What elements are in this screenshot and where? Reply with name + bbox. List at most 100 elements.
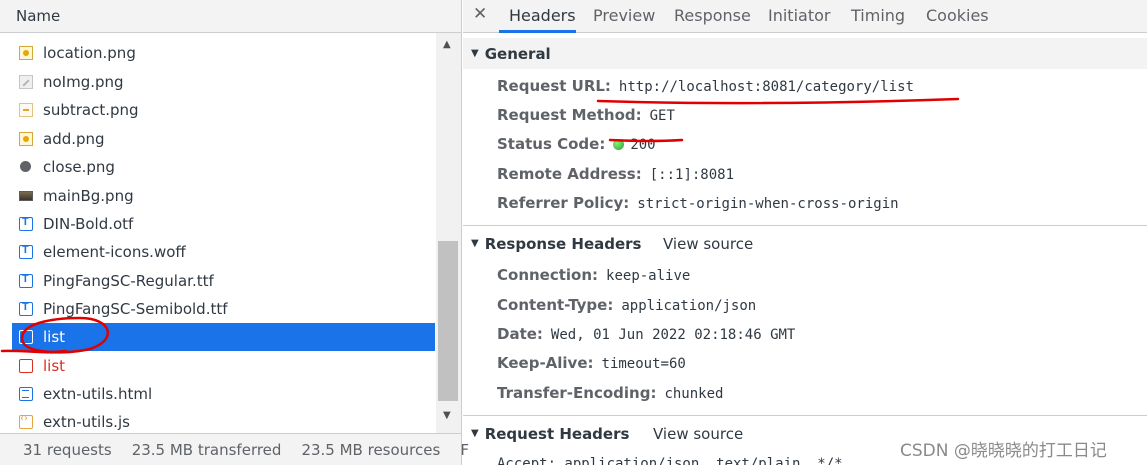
- header-value: http://localhost:8081/category/list: [618, 79, 914, 95]
- request-row-location-png[interactable]: location.png: [12, 39, 435, 67]
- font-file-icon: [19, 244, 33, 259]
- header-key: Request Method:: [497, 106, 642, 124]
- header-key: Date:: [497, 325, 543, 343]
- tab-preview[interactable]: Preview: [593, 6, 655, 25]
- request-row-accept: Accept: application/json, text/plain, */…: [497, 456, 843, 465]
- resources-size: 23.5 MB resources: [301, 440, 441, 459]
- request-row-list-selected[interactable]: list: [12, 323, 435, 351]
- scrollbar-thumb[interactable]: [438, 241, 458, 401]
- request-name: DIN-Bold.otf: [43, 215, 134, 233]
- tab-timing[interactable]: Timing: [851, 6, 905, 25]
- request-name: PingFangSC-Semibold.ttf: [43, 300, 228, 318]
- request-name: list: [43, 357, 66, 375]
- header-key: Connection:: [497, 266, 599, 284]
- header-key: Request URL:: [497, 77, 611, 95]
- general-section-header[interactable]: ▼ General: [463, 38, 1147, 69]
- request-row-add-png[interactable]: add.png: [12, 125, 435, 153]
- request-list: location.png noImg.png subtract.png add.…: [0, 33, 436, 433]
- general-row-request-method: Request Method: GET: [497, 106, 675, 130]
- request-name: close.png: [43, 158, 115, 176]
- request-name: add.png: [43, 130, 105, 148]
- response-row-keep-alive: Keep-Alive: timeout=60: [497, 354, 686, 378]
- request-name: list: [43, 328, 66, 346]
- section-divider: [463, 415, 1147, 416]
- html-file-icon: [19, 387, 33, 401]
- header-value: 200: [630, 137, 656, 153]
- response-headers-title: Response Headers: [484, 234, 642, 253]
- request-details-pane: ✕ Headers Preview Response Initiator Tim…: [463, 0, 1147, 465]
- font-file-icon: [19, 273, 33, 288]
- response-headers-section-header[interactable]: ▼ Response Headers View source: [463, 228, 1147, 259]
- details-tab-bar: ✕ Headers Preview Response Initiator Tim…: [463, 0, 1147, 33]
- request-name: PingFangSC-Regular.ttf: [43, 272, 214, 290]
- request-row-pingfang-semibold[interactable]: PingFangSC-Semibold.ttf: [12, 295, 435, 323]
- scroll-up-arrow-icon[interactable]: ▲: [443, 39, 451, 50]
- network-status-bar: 31 requests 23.5 MB transferred 23.5 MB …: [0, 433, 469, 465]
- close-icon[interactable]: ✕: [473, 4, 487, 24]
- name-column-label: Name: [16, 7, 61, 25]
- header-value: [::1]:8081: [649, 167, 735, 183]
- request-row-list-error[interactable]: list: [12, 352, 435, 380]
- request-headers-title: Request Headers: [484, 424, 630, 443]
- general-row-status-code: Status Code: 200: [497, 135, 656, 159]
- watermark: CSDN @晓晓晓的打工日记: [900, 441, 1107, 461]
- document-icon: [19, 359, 33, 373]
- image-file-icon: [19, 160, 33, 174]
- header-value: Wed, 01 Jun 2022 02:18:46 GMT: [550, 327, 796, 343]
- header-value: chunked: [664, 386, 724, 402]
- collapse-triangle-icon: ▼: [471, 48, 479, 59]
- response-row-transfer-encoding: Transfer-Encoding: chunked: [497, 384, 723, 408]
- request-list-scrollbar[interactable]: ▲ ▼: [436, 33, 461, 433]
- response-row-content-type: Content-Type: application/json: [497, 296, 756, 320]
- header-key: Content-Type:: [497, 296, 614, 314]
- header-value: keep-alive: [606, 268, 691, 284]
- header-key: Status Code:: [497, 135, 606, 153]
- name-column-header[interactable]: Name: [0, 0, 461, 33]
- request-name: location.png: [43, 44, 136, 62]
- tab-cookies[interactable]: Cookies: [926, 6, 989, 25]
- request-name: subtract.png: [43, 101, 139, 119]
- request-name: extn-utils.js: [43, 413, 130, 431]
- header-key: Referrer Policy:: [497, 194, 630, 212]
- request-list-pane: Name location.png noImg.png subtract.png…: [0, 0, 469, 465]
- collapse-triangle-icon: ▼: [471, 238, 479, 249]
- general-row-request-url: Request URL: http://localhost:8081/categ…: [497, 77, 914, 101]
- image-file-icon: [19, 103, 33, 117]
- request-row-din-bold-otf[interactable]: DIN-Bold.otf: [12, 210, 435, 238]
- font-file-icon: [19, 216, 33, 231]
- request-row-close-png[interactable]: close.png: [12, 153, 435, 181]
- response-row-date: Date: Wed, 01 Jun 2022 02:18:46 GMT: [497, 325, 795, 349]
- request-count: 31 requests: [23, 440, 112, 459]
- header-value: timeout=60: [601, 356, 686, 372]
- request-row-extn-utils-html[interactable]: extn-utils.html: [12, 380, 435, 408]
- general-row-remote-address: Remote Address: [::1]:8081: [497, 165, 734, 189]
- request-name: noImg.png: [43, 73, 124, 91]
- general-row-referrer-policy: Referrer Policy: strict-origin-when-cros…: [497, 194, 899, 218]
- tab-response[interactable]: Response: [674, 6, 751, 25]
- general-section-title: General: [484, 44, 551, 63]
- request-row-extn-utils-js[interactable]: extn-utils.js: [12, 408, 435, 433]
- image-file-icon: [19, 132, 33, 146]
- request-row-noimg-png[interactable]: noImg.png: [12, 68, 435, 96]
- request-name: extn-utils.html: [43, 385, 153, 403]
- tab-headers[interactable]: Headers: [509, 6, 576, 25]
- request-row-pingfang-regular[interactable]: PingFangSC-Regular.ttf: [12, 267, 435, 295]
- active-tab-indicator: [499, 30, 576, 33]
- request-view-source-link[interactable]: View source: [653, 425, 743, 443]
- transferred-size: 23.5 MB transferred: [131, 440, 282, 459]
- request-row-mainbg-png[interactable]: mainBg.png: [12, 182, 435, 210]
- request-row-element-icons-woff[interactable]: element-icons.woff: [12, 238, 435, 266]
- tab-initiator[interactable]: Initiator: [768, 6, 830, 25]
- font-file-icon: [19, 301, 33, 316]
- scroll-down-arrow-icon[interactable]: ▼: [443, 410, 451, 421]
- response-view-source-link[interactable]: View source: [663, 235, 753, 253]
- image-file-icon: [19, 75, 33, 89]
- header-value: application/json: [621, 298, 757, 314]
- header-value: GET: [649, 108, 675, 124]
- header-row-partial: Accept: application/json, text/plain, */…: [497, 456, 843, 465]
- response-row-connection: Connection: keep-alive: [497, 266, 690, 290]
- collapse-triangle-icon: ▼: [471, 428, 479, 439]
- header-key: Keep-Alive:: [497, 354, 594, 372]
- section-divider: [463, 225, 1147, 226]
- request-row-subtract-png[interactable]: subtract.png: [12, 96, 435, 124]
